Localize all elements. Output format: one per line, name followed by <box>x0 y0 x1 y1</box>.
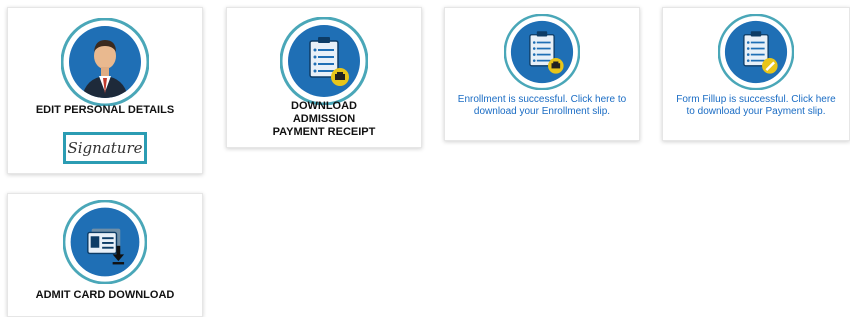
payment-slip-message[interactable]: Form Fillup is successful. Click here to… <box>671 94 841 118</box>
clipboard-receipt-icon <box>280 17 368 105</box>
download-admission-receipt-card[interactable]: DOWNLOAD ADMISSION PAYMENT RECEIPT <box>226 7 422 148</box>
payment-slip-card[interactable]: Form Fillup is successful. Click here to… <box>662 7 850 141</box>
admit-card-download-card[interactable]: ADMIT CARD DOWNLOAD <box>7 193 203 317</box>
clipboard-edit-icon <box>718 14 794 90</box>
enrollment-slip-card[interactable]: Enrollment is successful. Click here to … <box>444 7 640 141</box>
edit-personal-details-card[interactable]: EDIT PERSONAL DETAILS Signature <box>7 7 203 174</box>
signature-image: Signature <box>63 132 147 164</box>
download-admission-receipt-label: DOWNLOAD ADMISSION PAYMENT RECEIPT <box>272 100 376 138</box>
user-avatar-icon <box>61 18 149 106</box>
id-card-download-icon <box>63 200 147 284</box>
admit-card-download-label: ADMIT CARD DOWNLOAD <box>35 289 175 301</box>
edit-personal-details-label: EDIT PERSONAL DETAILS <box>35 104 175 116</box>
enrollment-slip-message[interactable]: Enrollment is successful. Click here to … <box>453 94 631 118</box>
clipboard-receipt-icon <box>504 14 580 90</box>
